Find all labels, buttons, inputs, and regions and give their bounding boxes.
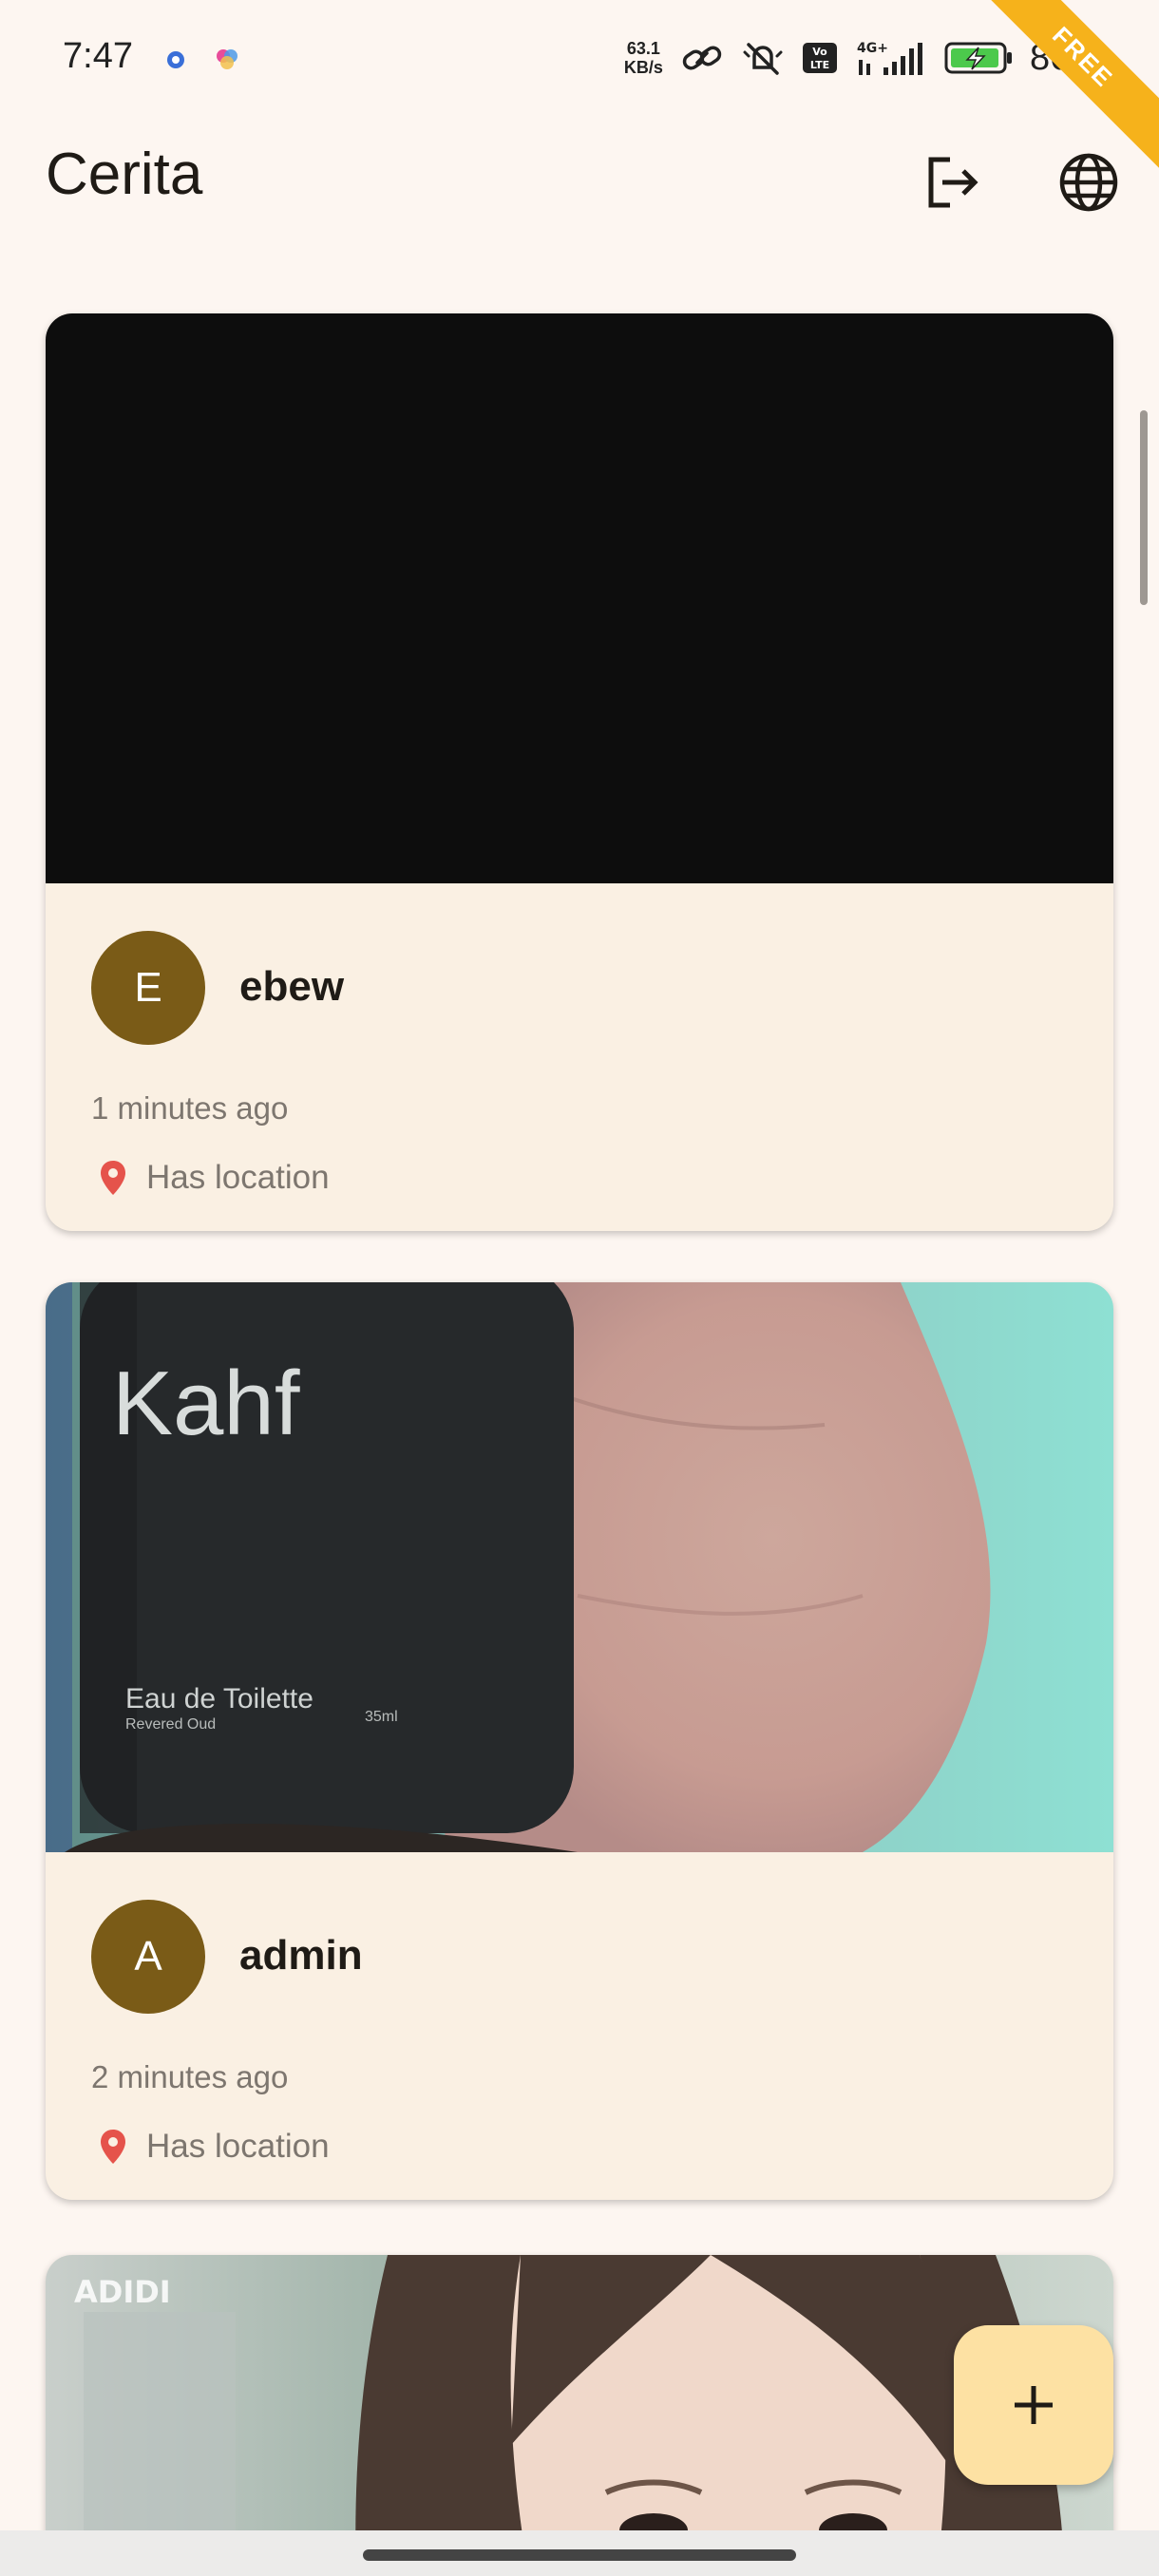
photo-text-product: Eau de Toilette — [125, 1683, 314, 1714]
story-image — [46, 313, 1113, 883]
language-button[interactable] — [1051, 144, 1127, 220]
photo-text-variant: Revered Oud — [125, 1716, 216, 1733]
page-title: Cerita — [46, 142, 203, 207]
logout-button[interactable] — [914, 144, 990, 220]
story-card[interactable]: Kahf Eau de Toilette Revered Oud 35ml A … — [46, 1282, 1113, 2200]
link-icon — [680, 42, 724, 74]
story-image: Kahf Eau de Toilette Revered Oud 35ml — [46, 1282, 1113, 1852]
add-story-button[interactable] — [954, 2325, 1113, 2485]
perfume-photo: Kahf Eau de Toilette Revered Oud 35ml — [46, 1282, 1113, 1852]
avatar: A — [91, 1900, 205, 2014]
muted-bell-icon — [741, 39, 785, 77]
status-bar: 7:47 63.1 KB/s Vo LTE 4G+ FREE — [0, 0, 1159, 176]
photo-text-volume: 35ml — [365, 1709, 398, 1725]
location-label: Has location — [146, 2128, 330, 2165]
svg-text:Vo: Vo — [812, 46, 827, 58]
app-bar: Cerita — [0, 123, 1159, 237]
location-pin-icon — [101, 2130, 125, 2164]
location-pin-icon — [101, 1161, 125, 1195]
network-speed-value: 63.1 — [626, 39, 660, 58]
volte-icon: Vo LTE — [802, 42, 838, 74]
logout-icon — [928, 157, 978, 208]
scrollbar[interactable] — [1140, 410, 1148, 605]
globe-icon — [1059, 153, 1118, 212]
post-time: 1 minutes ago — [91, 1090, 289, 1126]
network-speed-unit: KB/s — [623, 58, 663, 77]
author-name: ebew — [239, 963, 345, 1010]
photo-text-brand: Kahf — [112, 1353, 300, 1454]
avatar: E — [91, 931, 205, 1045]
battery-charging-icon — [944, 41, 1013, 75]
status-time: 7:47 — [63, 36, 133, 76]
plus-icon — [1015, 2386, 1053, 2424]
location-row: Has location — [99, 1159, 330, 1197]
status-icons: 63.1 KB/s VoLTE 4G+ 86% — [624, 34, 1102, 82]
story-info: A admin 2 minutes ago Has location — [46, 1852, 1113, 2200]
post-time: 2 minutes ago — [91, 2059, 289, 2094]
network-type-label: 4G+ — [857, 41, 888, 56]
photo-watermark: ADIDI — [74, 2274, 171, 2310]
location-row: Has location — [99, 2128, 330, 2166]
author-name: admin — [239, 1932, 363, 1979]
network-speed: 63.1 KB/s — [624, 39, 663, 77]
app-notification-icon — [215, 47, 239, 72]
story-card[interactable]: E ebew 1 minutes ago Has location — [46, 313, 1113, 1231]
story-info: E ebew 1 minutes ago Has location — [46, 883, 1113, 1231]
screen: 7:47 63.1 KB/s Vo LTE 4G+ FREE Cerita E … — [0, 0, 1159, 2576]
location-label: Has location — [146, 1159, 330, 1196]
settings-notification-icon — [163, 47, 188, 72]
cell-signal-icon: 4G+ — [855, 39, 927, 77]
home-gesture-handle[interactable] — [363, 2549, 796, 2561]
svg-text:LTE: LTE — [810, 59, 829, 71]
system-nav-bar — [0, 2530, 1159, 2576]
